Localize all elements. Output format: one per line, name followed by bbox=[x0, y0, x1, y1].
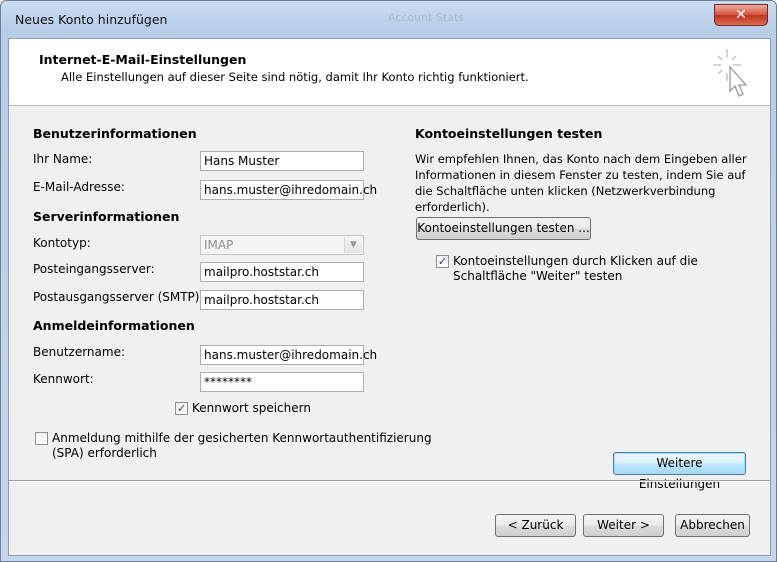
close-button[interactable]: ✕ bbox=[714, 4, 768, 26]
password-input[interactable]: ******** bbox=[200, 372, 364, 392]
account-type-select: IMAP ▼ bbox=[200, 235, 364, 255]
account-type-label: Kontotyp: bbox=[33, 236, 91, 250]
back-button[interactable]: < Zurück bbox=[495, 514, 576, 537]
title-bar[interactable]: Neues Konto hinzufügen Account Stats ✕ bbox=[1, 1, 776, 37]
page-title: Internet-E-Mail-Einstellungen bbox=[39, 52, 247, 67]
more-settings-button[interactable]: Weitere Einstellungen bbox=[613, 452, 746, 491]
name-input[interactable]: Hans Muster bbox=[200, 151, 364, 171]
spa-label-line2[interactable]: (SPA) erforderlich bbox=[52, 446, 157, 460]
test-settings-heading: Kontoeinstellungen testen bbox=[415, 126, 603, 141]
footer-separator bbox=[9, 480, 770, 482]
window-title: Neues Konto hinzufügen bbox=[15, 12, 168, 27]
incoming-server-input[interactable]: mailpro.hoststar.ch bbox=[200, 262, 364, 282]
dialog-client-area: Internet-E-Mail-Einstellungen Alle Einst… bbox=[8, 38, 771, 556]
password-label: Kennwort: bbox=[33, 372, 94, 386]
auto-test-checkbox[interactable]: ✓ bbox=[436, 255, 449, 268]
page-subtitle: Alle Einstellungen auf dieser Seite sind… bbox=[61, 70, 529, 84]
outgoing-server-label: Postausgangsserver (SMTP): bbox=[33, 290, 204, 304]
remember-password-label[interactable]: Kennwort speichern bbox=[192, 401, 311, 415]
username-input[interactable]: hans.muster@ihredomain.ch bbox=[200, 345, 377, 365]
incoming-server-label: Posteingangsserver: bbox=[33, 262, 155, 276]
background-window-title: Account Stats bbox=[388, 11, 464, 24]
auto-test-label-line1[interactable]: Kontoeinstellungen durch Klicken auf die bbox=[453, 254, 698, 268]
test-settings-description: Wir empfehlen Ihnen, das Konto nach dem … bbox=[415, 152, 747, 214]
username-label: Benutzername: bbox=[33, 345, 126, 359]
email-label: E-Mail-Adresse: bbox=[33, 180, 125, 194]
auto-test-label-line2[interactable]: Schaltfläche "Weiter" testen bbox=[453, 269, 622, 283]
wizard-icon bbox=[713, 49, 748, 97]
login-info-heading: Anmeldeinformationen bbox=[33, 318, 195, 333]
page-header: Internet-E-Mail-Einstellungen Alle Einst… bbox=[9, 39, 770, 106]
name-label: Ihr Name: bbox=[33, 152, 93, 166]
chevron-down-icon: ▼ bbox=[344, 237, 362, 253]
test-account-button[interactable]: Kontoeinstellungen testen ... bbox=[416, 217, 591, 240]
remember-password-checkbox[interactable]: ✓ bbox=[175, 402, 188, 415]
email-input[interactable]: hans.muster@ihredomain.ch bbox=[200, 180, 377, 200]
cancel-button[interactable]: Abbrechen bbox=[675, 514, 750, 537]
spa-checkbox[interactable] bbox=[35, 432, 48, 445]
close-icon: ✕ bbox=[735, 7, 747, 23]
user-info-heading: Benutzerinformationen bbox=[33, 126, 197, 141]
next-button[interactable]: Weiter > bbox=[583, 514, 664, 537]
account-type-value: IMAP bbox=[204, 238, 234, 252]
server-info-heading: Serverinformationen bbox=[33, 209, 180, 224]
outgoing-server-input[interactable]: mailpro.hoststar.ch bbox=[200, 290, 364, 310]
add-account-dialog: Neues Konto hinzufügen Account Stats ✕ I… bbox=[0, 0, 777, 562]
spa-label-line1[interactable]: Anmeldung mithilfe der gesicherten Kennw… bbox=[52, 431, 432, 445]
